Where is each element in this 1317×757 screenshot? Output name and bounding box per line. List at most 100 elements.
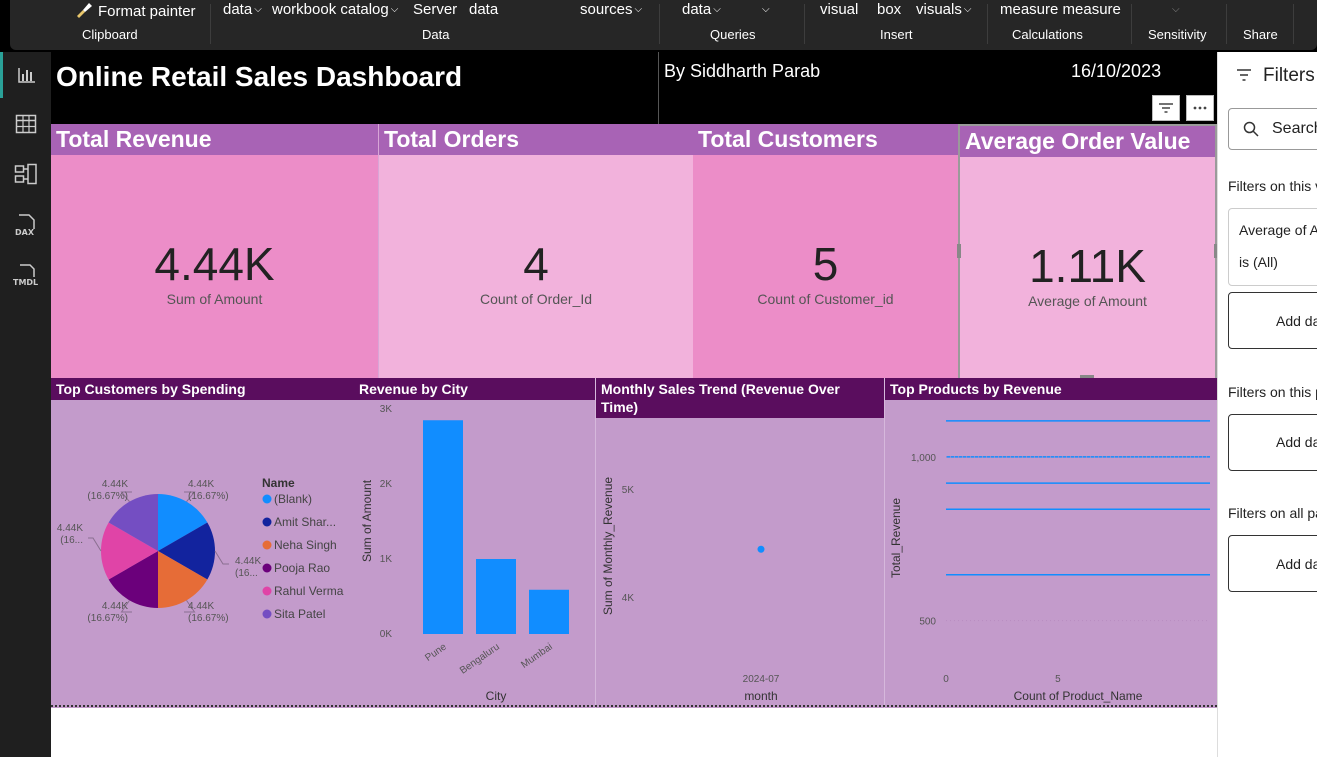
- header-divider: [658, 52, 659, 124]
- tmdl-view-button[interactable]: TMDL: [0, 252, 51, 298]
- kpi-title: Total Orders: [379, 124, 693, 155]
- products-chart-panel[interactable]: Top Products by Revenue 500 1,000 0 5 Total_…: [884, 378, 1218, 708]
- kpi-value: 4: [523, 238, 549, 290]
- add-data-fields-visual[interactable]: Add data fields here: [1228, 292, 1317, 349]
- refresh-button[interactable]: ⌵: [760, 1, 770, 18]
- bar-chart-panel[interactable]: Revenue by City 0K 1K 2K 3K Pune Bengaluru Mum…: [354, 378, 595, 708]
- sensitivity-group-label: Sensitivity: [1148, 27, 1207, 42]
- enter-data-button[interactable]: data: [469, 1, 498, 18]
- add-data-label: Add data fields here: [1276, 434, 1317, 450]
- trend-chart-panel[interactable]: Monthly Sales Trend (Revenue Over Time) …: [595, 378, 885, 708]
- legend-marker: [262, 563, 272, 573]
- filters-on-all-pages-heading: Filters on all pages: [1228, 505, 1317, 521]
- ribbon-divider: [1226, 4, 1227, 44]
- x-tick-label: 5: [1055, 674, 1061, 685]
- kpi-card-body: 4.44K Sum of Amount: [51, 155, 378, 378]
- filter-icon: [1159, 103, 1173, 113]
- kpi-card-body: 1.11K Average of Amount: [960, 157, 1215, 380]
- pie-data-label-line: (16.67%): [87, 491, 128, 502]
- chevron-down-icon: ⌵: [713, 4, 721, 15]
- kpi-total-customers[interactable]: Total Customers 5 Count of Customer_id: [693, 124, 958, 378]
- resize-handle[interactable]: [957, 244, 961, 258]
- date-text: 16/10/2023: [1071, 61, 1162, 81]
- chart-title: Top Products by Revenue: [885, 378, 1218, 400]
- filters-search-input[interactable]: Search: [1228, 108, 1317, 150]
- x-tick-label: Bengaluru: [458, 641, 502, 676]
- filters-on-page-heading: Filters on this page: [1228, 384, 1317, 400]
- paintbrush-icon: [77, 3, 92, 18]
- ribbon-divider: [659, 4, 660, 44]
- kpi-value: 5: [812, 238, 839, 290]
- transform-data-label: data: [682, 1, 712, 18]
- y-tick-label: 4K: [622, 593, 635, 604]
- add-data-fields-page[interactable]: Add data fields here: [1228, 414, 1317, 471]
- x-axis-title: City: [486, 689, 507, 703]
- y-tick-label: 1K: [380, 554, 393, 565]
- page-boundary: [51, 705, 1217, 707]
- recent-sources-button[interactable]: sources ⌵: [580, 1, 642, 18]
- more-options-button[interactable]: [1186, 95, 1214, 121]
- kpi-label: Count of Customer_id: [757, 291, 894, 307]
- page-title: Online Retail Sales Dashboard: [56, 61, 463, 92]
- transform-data-button[interactable]: data ⌵: [682, 1, 721, 18]
- workbook-catalog-label: workbook catalog: [272, 1, 389, 18]
- model-view-button[interactable]: [0, 151, 51, 197]
- pie-chart-panel[interactable]: Top Customers by Spending 4.44K (16.67%) 4…: [51, 378, 354, 708]
- kpi-title: Total Customers: [693, 124, 958, 155]
- format-painter-label: Format painter: [98, 3, 196, 20]
- pie-data-label: 4.44K (16.67%): [87, 479, 128, 502]
- get-data-button[interactable]: data ⌵: [223, 1, 262, 18]
- kpi-value: 1.11K: [1029, 240, 1146, 292]
- chevron-down-icon: ⌵: [254, 4, 262, 15]
- x-tick-label: 0: [943, 674, 949, 685]
- filters-title: Filters: [1263, 65, 1315, 86]
- y-tick-label: 500: [919, 617, 936, 628]
- x-tick-label: Mumbai: [519, 641, 554, 670]
- chevron-down-icon: ⌵: [1172, 4, 1180, 15]
- pie-data-label-line: (16.67%): [188, 613, 229, 624]
- add-data-fields-all-pages[interactable]: Add data fields here: [1228, 535, 1317, 592]
- bar: [423, 420, 463, 634]
- pie-data-label: 4.44K (16.67%): [87, 601, 128, 624]
- legend-marker: [262, 609, 272, 619]
- report-view-button[interactable]: [0, 52, 51, 98]
- bar-chart: 0K 1K 2K 3K Pune Bengaluru Mumbai Sum of Amount…: [360, 404, 569, 703]
- chart-title: Top Customers by Spending: [51, 378, 354, 400]
- author-text: By Siddharth Parab: [664, 61, 821, 81]
- filter-visual-button[interactable]: [1152, 95, 1180, 121]
- legend-item: Pooja Rao: [274, 561, 330, 575]
- sql-server-button[interactable]: Server: [413, 1, 457, 18]
- chart-title: Monthly Sales Trend (Revenue Over Time): [596, 378, 885, 418]
- pie-data-label: 4.44K (16.67%): [188, 601, 229, 624]
- tmdl-view-icon: TMDL: [13, 264, 38, 287]
- more-visuals-button[interactable]: visuals ⌵: [916, 1, 971, 18]
- onelake-catalog-button[interactable]: workbook catalog ⌵: [272, 1, 398, 18]
- search-icon: [1243, 121, 1259, 137]
- new-measure-button[interactable]: measure measure: [1000, 1, 1121, 18]
- filters-on-visual-heading: Filters on this visual: [1228, 178, 1317, 194]
- table-view-button[interactable]: [0, 101, 51, 147]
- pie-data-label: 4.44K (16...: [57, 523, 83, 546]
- kpi-total-revenue[interactable]: Total Revenue 4.44K Sum of Amount: [51, 124, 378, 378]
- ribbon: Format painter Clipboard data ⌵ workbook …: [0, 0, 1317, 52]
- pie-data-label: 4.44K (16...: [235, 556, 261, 579]
- text-box-button[interactable]: box: [877, 1, 901, 18]
- kpi-average-order-value[interactable]: Average Order Value 1.11K Average of Amo…: [957, 124, 1218, 380]
- kpi-total-orders[interactable]: Total Orders 4 Count of Order_Id: [378, 124, 693, 378]
- report-header: Online Retail Sales Dashboard By Siddhar…: [51, 52, 1217, 124]
- pie-data-label-line: 4.44K: [102, 601, 128, 612]
- new-visual-button[interactable]: visual: [820, 1, 858, 18]
- ribbon-divider: [210, 4, 211, 44]
- pie-leader-line: [214, 550, 229, 565]
- dax-query-view-button[interactable]: DAX: [0, 202, 51, 248]
- ellipsis-icon: [1193, 106, 1207, 110]
- sensitivity-button[interactable]: ⌵: [1170, 1, 1180, 18]
- share-group-label[interactable]: Share: [1243, 27, 1278, 42]
- pie-data-label-line: 4.44K: [102, 479, 128, 490]
- kpi-title: Average Order Value: [960, 126, 1215, 157]
- search-placeholder: Search: [1272, 120, 1317, 137]
- format-painter-button[interactable]: Format painter: [74, 1, 196, 20]
- filter-card[interactable]: Average of Amount is (All): [1228, 208, 1317, 286]
- chevron-down-icon: ⌵: [634, 4, 643, 15]
- get-data-label: data: [223, 1, 253, 18]
